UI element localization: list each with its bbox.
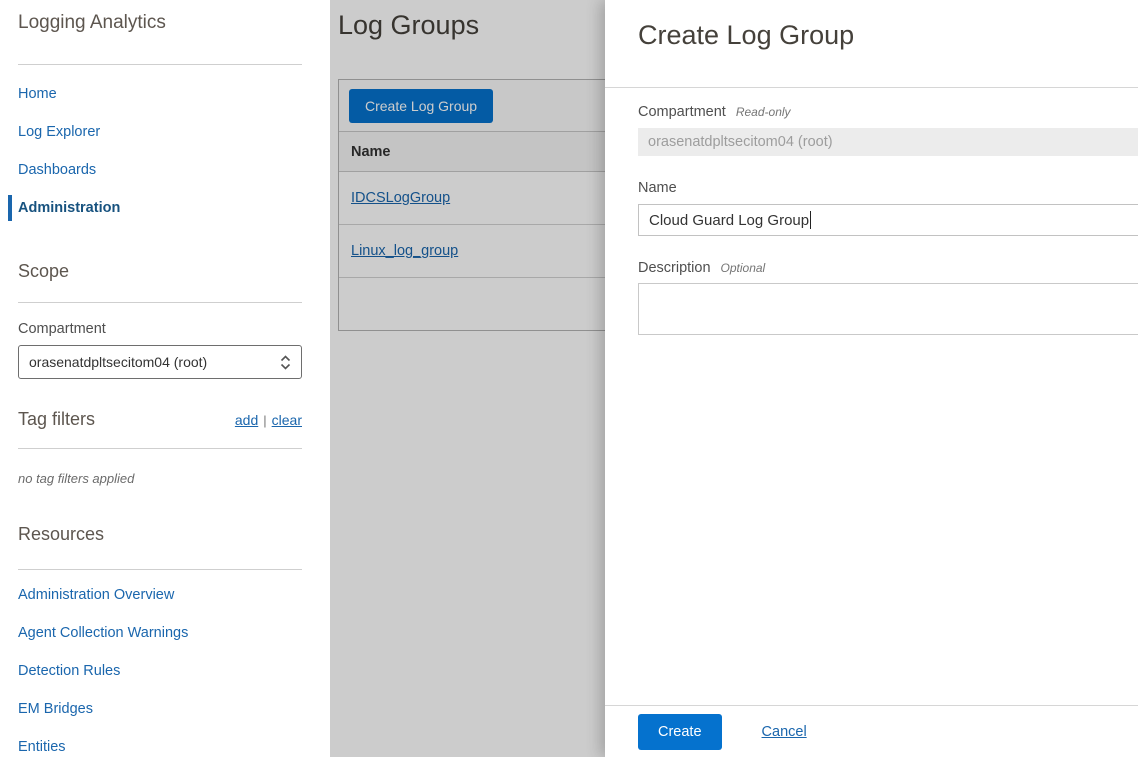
panel-name-value: Cloud Guard Log Group — [649, 212, 809, 229]
create-button[interactable]: Create — [638, 714, 722, 750]
resources-list: Administration Overview Agent Collection… — [18, 576, 302, 757]
sidebar-item-log-explorer[interactable]: Log Explorer — [18, 113, 302, 151]
sidebar-item-home[interactable]: Home — [18, 75, 302, 113]
sidebar-item-agent-collection-warnings[interactable]: Agent Collection Warnings — [18, 614, 302, 652]
panel-description-label: Description — [638, 260, 711, 276]
divider — [18, 448, 302, 449]
panel-title: Create Log Group — [638, 20, 1138, 51]
panel-description-input[interactable] — [638, 283, 1138, 335]
tag-filters-add-link[interactable]: add — [235, 412, 258, 428]
panel-compartment-value: orasenatdpltsecitom04 (root) — [648, 134, 833, 150]
text-cursor — [810, 211, 811, 229]
compartment-select-value: orasenatdpltsecitom04 (root) — [29, 354, 207, 370]
sidebar-item-detection-rules[interactable]: Detection Rules — [18, 652, 302, 690]
sidebar-nav: Home Log Explorer Dashboards Administrat… — [18, 75, 302, 227]
panel-name-input[interactable]: Cloud Guard Log Group — [638, 204, 1138, 236]
sidebar-title: Logging Analytics — [18, 12, 302, 34]
panel-description-optional-hint: Optional — [721, 261, 766, 275]
panel-compartment-readonly-hint: Read-only — [736, 105, 791, 119]
tag-filters-clear-link[interactable]: clear — [272, 412, 302, 428]
sidebar-item-em-bridges[interactable]: EM Bridges — [18, 690, 302, 728]
tag-filters-separator: | — [263, 413, 266, 428]
cancel-link[interactable]: Cancel — [762, 724, 807, 740]
panel-body: Compartment Read-only orasenatdpltsecito… — [605, 88, 1138, 335]
sidebar-item-entities[interactable]: Entities — [18, 728, 302, 757]
no-tag-filters-text: no tag filters applied — [18, 471, 302, 486]
sidebar-item-administration-overview[interactable]: Administration Overview — [18, 576, 302, 614]
scope-heading: Scope — [18, 261, 302, 282]
sidebar: Logging Analytics Home Log Explorer Dash… — [0, 0, 330, 757]
create-log-group-panel: Create Log Group Compartment Read-only o… — [605, 0, 1138, 757]
divider — [18, 569, 302, 570]
divider — [18, 64, 302, 65]
panel-name-label: Name — [638, 180, 677, 196]
divider — [18, 302, 302, 303]
select-chevrons-icon — [280, 354, 291, 371]
compartment-label: Compartment — [18, 321, 302, 337]
panel-footer: Create Cancel — [605, 705, 1138, 757]
panel-compartment-field: orasenatdpltsecitom04 (root) — [638, 128, 1138, 156]
resources-heading: Resources — [18, 524, 302, 545]
sidebar-item-administration[interactable]: Administration — [18, 189, 302, 227]
tag-filters-heading: Tag filters — [18, 409, 95, 430]
sidebar-item-dashboards[interactable]: Dashboards — [18, 151, 302, 189]
tag-filters-row: Tag filters add | clear — [18, 409, 302, 430]
compartment-select[interactable]: orasenatdpltsecitom04 (root) — [18, 345, 302, 379]
panel-compartment-label: Compartment — [638, 104, 726, 120]
